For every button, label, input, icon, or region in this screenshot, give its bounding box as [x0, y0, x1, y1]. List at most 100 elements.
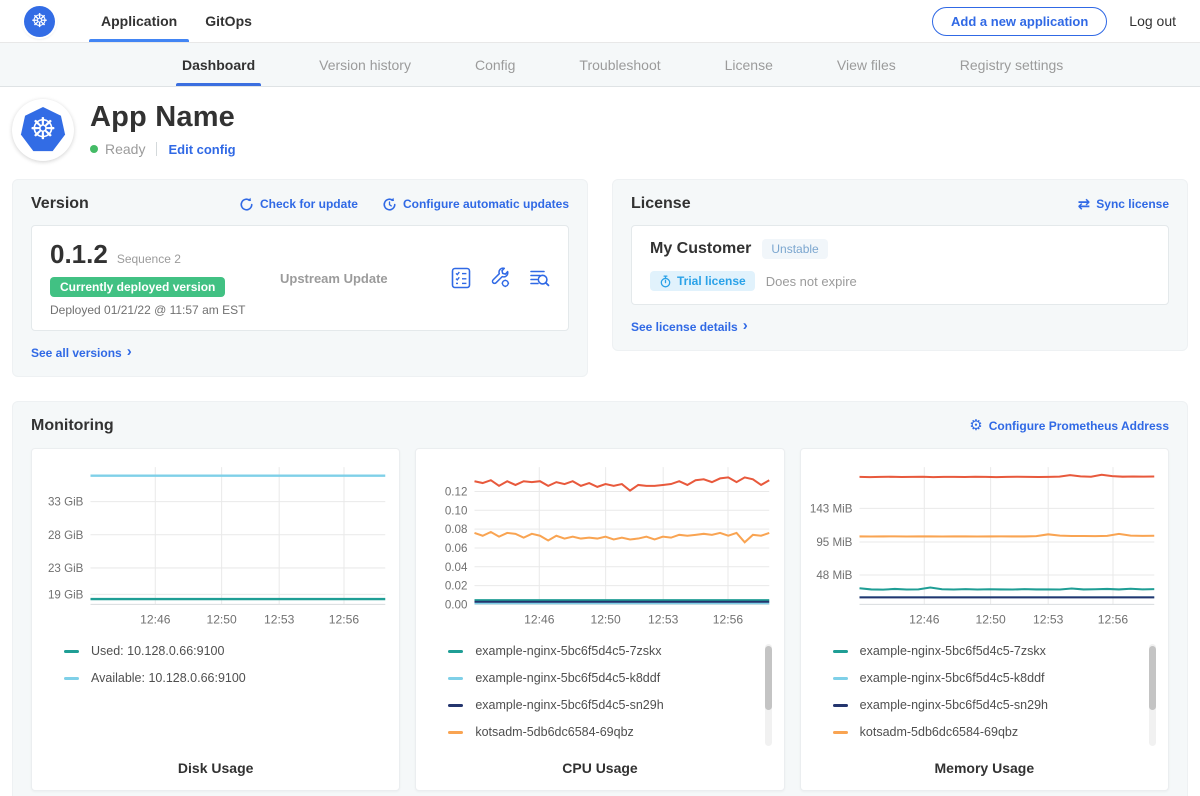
- refresh-icon: [239, 197, 254, 212]
- svg-text:12:56: 12:56: [713, 612, 744, 626]
- cpu-usage-card: 0.120.100.080.060.040.020.0012:4612:5012…: [415, 448, 784, 792]
- legend-label: Used: 10.128.0.66:9100: [91, 644, 224, 658]
- kubernetes-logo: ☸: [24, 6, 55, 37]
- svg-text:95 MiB: 95 MiB: [816, 536, 852, 549]
- svg-text:28 GiB: 28 GiB: [48, 528, 84, 541]
- chart-title: Disk Usage: [38, 760, 393, 776]
- subnav-item-version-history[interactable]: Version history: [313, 43, 417, 86]
- legend-item: example-nginx-5bc6f5d4c5-k8ddf: [448, 671, 771, 685]
- monitoring-section: Monitoring ⚙ Configure Prometheus Addres…: [12, 401, 1188, 796]
- svg-text:0.00: 0.00: [445, 598, 468, 611]
- svg-text:12:46: 12:46: [140, 612, 171, 626]
- subnav-item-registry-settings[interactable]: Registry settings: [954, 43, 1069, 86]
- subnav-item-troubleshoot[interactable]: Troubleshoot: [573, 43, 666, 86]
- chart-title: CPU Usage: [422, 760, 777, 776]
- sync-arrows-icon: ⇄: [1078, 197, 1091, 212]
- version-sequence: Sequence 2: [117, 252, 181, 266]
- see-license-details-link[interactable]: See license details ›: [631, 318, 748, 335]
- license-details-row: My Customer Unstable Trial license Does …: [631, 225, 1169, 305]
- update-type-label: Upstream Update: [280, 271, 450, 286]
- view-diff-icon[interactable]: [528, 267, 550, 289]
- legend-label: kotsadm-5db6dc6584-69qbz: [860, 725, 1018, 739]
- page-title: App Name: [90, 101, 236, 134]
- disk-usage-legend: Used: 10.128.0.66:9100 Available: 10.128.…: [64, 644, 387, 754]
- svg-text:12:53: 12:53: [264, 612, 295, 626]
- svg-text:23 GiB: 23 GiB: [48, 561, 84, 574]
- subnav-item-view-files[interactable]: View files: [831, 43, 902, 86]
- legend-item: example-nginx-5bc6f5d4c5-sn29h: [448, 698, 771, 712]
- subnav-item-config[interactable]: Config: [469, 43, 521, 86]
- monitoring-title: Monitoring: [31, 417, 114, 435]
- svg-text:143 MiB: 143 MiB: [810, 502, 853, 515]
- gear-icon: ⚙: [969, 418, 982, 433]
- check-for-update-label: Check for update: [260, 197, 358, 211]
- svg-text:0.12: 0.12: [445, 485, 468, 498]
- svg-text:12:56: 12:56: [1097, 612, 1128, 626]
- see-all-versions-link[interactable]: See all versions ›: [31, 344, 132, 361]
- legend-item: example-nginx-5bc6f5d4c5-k8ddf: [833, 671, 1156, 685]
- chevron-right-icon: ›: [743, 317, 748, 334]
- charts-row: 33 GiB 28 GiB 23 GiB 19 GiB 12:46 12:50 12:53 1…: [31, 448, 1169, 792]
- app-status: Ready: [105, 141, 145, 157]
- subnav-item-license[interactable]: License: [719, 43, 779, 86]
- legend-color-dash: [448, 704, 463, 707]
- configure-prometheus-link[interactable]: ⚙ Configure Prometheus Address: [969, 418, 1169, 433]
- legend-item: example-nginx-5bc6f5d4c5-sn29h: [833, 698, 1156, 712]
- logout-link[interactable]: Log out: [1129, 13, 1176, 29]
- legend-scrollbar-thumb[interactable]: [765, 646, 772, 710]
- legend-color-dash: [64, 650, 79, 653]
- deployed-timestamp: Deployed 01/21/22 @ 11:57 am EST: [50, 303, 280, 317]
- legend-label: kotsadm-5db6dc6584-69qbz: [475, 725, 633, 739]
- legend-item: Available: 10.128.0.66:9100: [64, 671, 387, 685]
- trial-license-badge: Trial license: [650, 271, 755, 291]
- legend-label: Available: 10.128.0.66:9100: [91, 671, 246, 685]
- divider: [156, 142, 157, 156]
- svg-text:12:46: 12:46: [909, 612, 940, 626]
- svg-text:12:50: 12:50: [591, 612, 622, 626]
- config-wrench-icon[interactable]: [489, 267, 511, 289]
- check-for-update-link[interactable]: Check for update: [239, 197, 358, 212]
- app-subnav: Dashboard Version history Config Troublesho…: [0, 43, 1200, 87]
- memory-usage-legend: example-nginx-5bc6f5d4c5-7zskxexample-ng…: [833, 644, 1156, 754]
- dashboard-content: Version Check for update Configure autom…: [0, 175, 1200, 796]
- legend-color-dash: [448, 650, 463, 653]
- kubernetes-app-icon: ☸: [20, 107, 66, 153]
- subnav-item-dashboard[interactable]: Dashboard: [176, 43, 261, 86]
- cpu-usage-chart: 0.120.100.080.060.040.020.0012:4612:5012…: [422, 457, 777, 631]
- deployed-badge: Currently deployed version: [50, 277, 225, 297]
- preflight-checks-icon[interactable]: [450, 267, 472, 289]
- svg-text:12:53: 12:53: [1033, 612, 1064, 626]
- svg-text:33 GiB: 33 GiB: [48, 495, 84, 508]
- legend-color-dash: [448, 731, 463, 734]
- svg-text:0.02: 0.02: [445, 579, 468, 592]
- configure-automatic-updates-link[interactable]: Configure automatic updates: [382, 197, 569, 212]
- edit-config-link[interactable]: Edit config: [168, 142, 235, 157]
- legend-item: example-nginx-5bc6f5d4c5-7zskx: [448, 644, 771, 658]
- header-tabs: ApplicationGitOps: [87, 0, 266, 42]
- legend-label: example-nginx-5bc6f5d4c5-sn29h: [475, 698, 663, 712]
- legend-color-dash: [833, 704, 848, 707]
- version-card-title: Version: [31, 195, 89, 213]
- app-avatar: ☸: [12, 99, 74, 161]
- customer-name: My Customer: [650, 240, 751, 258]
- license-card-title: License: [631, 195, 691, 213]
- tab-gitops[interactable]: GitOps: [191, 0, 266, 42]
- sync-license-link[interactable]: ⇄ Sync license: [1078, 197, 1169, 212]
- see-license-details-label: See license details: [631, 320, 738, 334]
- svg-text:19 GiB: 19 GiB: [48, 588, 84, 601]
- helm-wheel-icon: ☸: [31, 10, 48, 33]
- tab-application[interactable]: Application: [87, 0, 191, 42]
- auto-update-clock-icon: [382, 197, 397, 212]
- legend-label: example-nginx-5bc6f5d4c5-sn29h: [860, 698, 1048, 712]
- configure-automatic-updates-label: Configure automatic updates: [403, 197, 569, 211]
- license-expiry: Does not expire: [766, 274, 857, 289]
- svg-text:12:56: 12:56: [329, 612, 360, 626]
- sync-license-label: Sync license: [1096, 197, 1169, 211]
- memory-usage-card: 143 MiB95 MiB48 MiB12:4612:5012:5312:56e…: [800, 448, 1169, 792]
- legend-scrollbar-thumb[interactable]: [1149, 646, 1156, 710]
- chevron-right-icon: ›: [127, 343, 132, 360]
- disk-usage-card: 33 GiB28 GiB23 GiB19 GiB12:4612:5012:531…: [31, 448, 400, 792]
- legend-label: example-nginx-5bc6f5d4c5-k8ddf: [860, 671, 1045, 685]
- add-application-button[interactable]: Add a new application: [932, 7, 1107, 36]
- svg-text:0.06: 0.06: [445, 541, 468, 554]
